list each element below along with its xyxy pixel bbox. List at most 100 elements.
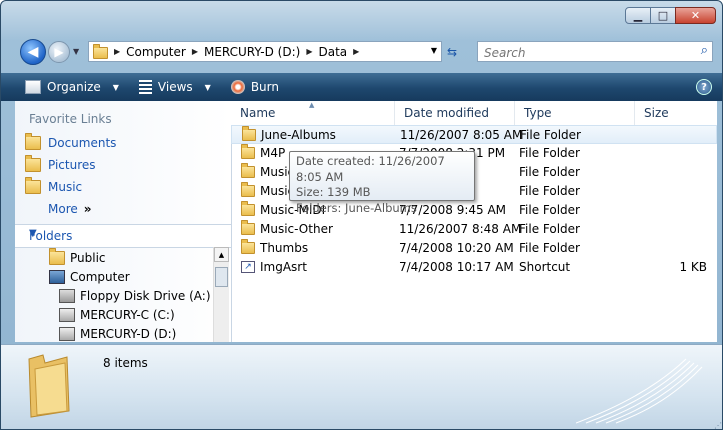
tree-item-computer[interactable]: Computer — [49, 270, 130, 284]
scroll-up-arrow-icon[interactable]: ▲ — [214, 247, 229, 262]
favorite-links-header: Favorite Links — [29, 112, 112, 126]
navigation-row: ◀ ▶ ▼ ▶ Computer ▶ MERCURY-D (D:) ▶ Data… — [1, 37, 722, 67]
item-name: Thumbs — [260, 241, 309, 255]
help-icon[interactable]: ? — [696, 79, 712, 95]
arrow-left-icon: ◀ — [27, 44, 39, 60]
double-chevron-icon: » — [83, 202, 92, 216]
item-date: 7/4/2008 10:17 AM — [399, 260, 514, 274]
content-area: Favorite Links Documents Pictures Music … — [15, 101, 717, 342]
folders-header[interactable]: Folders ▼ — [15, 224, 231, 248]
breadcrumb-data[interactable]: Data — [318, 45, 347, 59]
tree-label: MERCURY-D (D:) — [80, 327, 177, 341]
resize-grip-icon[interactable]: ⋰ — [714, 421, 722, 429]
music-folder-icon — [241, 163, 255, 178]
tooltip-folders: Folders: June-Albums — [296, 200, 417, 215]
folder-icon — [241, 201, 255, 216]
item-type: File Folder — [519, 203, 580, 217]
favorite-label: Pictures — [48, 158, 96, 172]
arrow-right-icon: ▶ — [54, 45, 64, 59]
back-button[interactable]: ◀ — [20, 39, 46, 65]
tree-item-public[interactable]: Public — [49, 248, 106, 265]
favorite-label: Documents — [48, 136, 117, 150]
favorite-pictures[interactable]: Pictures — [25, 155, 96, 172]
tree-label: Computer — [70, 270, 130, 284]
documents-icon — [25, 133, 41, 150]
chevron-right-icon[interactable]: ▶ — [306, 47, 312, 56]
pictures-icon — [25, 155, 41, 172]
folder-icon — [241, 239, 255, 254]
views-label: Views — [157, 80, 193, 94]
column-size[interactable]: Size — [635, 101, 717, 125]
sort-ascending-icon: ▲ — [309, 101, 315, 109]
column-headers: Name ▲ Date modified Type Size — [231, 101, 717, 126]
item-name: M4P — [260, 146, 286, 160]
burn-button[interactable]: Burn — [230, 80, 279, 94]
item-size: 1 KB — [679, 260, 707, 274]
search-input[interactable] — [482, 43, 686, 62]
list-item[interactable]: June-Albums 11/26/2007 8:05 AM File Fold… — [231, 125, 717, 144]
tree-item-floppy[interactable]: Floppy Disk Drive (A:) — [59, 289, 211, 303]
minimize-button[interactable]: ▁ — [625, 7, 651, 24]
file-list: Name ▲ Date modified Type Size June-Albu… — [231, 101, 717, 342]
views-icon — [138, 80, 152, 94]
chevron-right-icon[interactable]: ▶ — [192, 47, 198, 56]
breadcrumb-computer[interactable]: Computer — [126, 45, 186, 59]
address-bar[interactable]: ▶ Computer ▶ MERCURY-D (D:) ▶ Data ▶ ▼ — [88, 41, 442, 62]
tree-label: Public — [70, 251, 106, 265]
forward-button[interactable]: ▶ — [48, 41, 70, 63]
more-link[interactable]: More » — [48, 202, 92, 216]
music-icon — [25, 177, 41, 194]
item-type: File Folder — [519, 165, 580, 179]
column-type[interactable]: Type — [515, 101, 635, 125]
tree-label: MERCURY-C (C:) — [80, 308, 175, 322]
history-dropdown-button[interactable]: ▼ — [73, 47, 79, 56]
item-name: Music-Other — [260, 222, 333, 236]
dropdown-arrow-icon: ▼ — [112, 82, 119, 92]
tree-item-mercury-c[interactable]: MERCURY-C (C:) — [59, 308, 175, 322]
computer-icon — [49, 270, 65, 284]
tree-scrollbar[interactable]: ▲ — [213, 247, 229, 342]
folder-tree: Public Computer Floppy Disk Drive (A:) M… — [15, 247, 215, 342]
chevron-right-icon[interactable]: ▶ — [114, 47, 120, 56]
list-item[interactable]: Thumbs 7/4/2008 10:20 AM File Folder — [231, 239, 717, 258]
tree-label: Floppy Disk Drive (A:) — [80, 289, 211, 303]
folder-info-tooltip: Date created: 11/26/2007 8:05 AM Size: 1… — [289, 151, 475, 215]
list-item[interactable]: Music-Other 11/26/2007 8:48 AM File Fold… — [231, 220, 717, 239]
folder-icon — [241, 182, 255, 197]
column-date-modified[interactable]: Date modified — [395, 101, 515, 125]
drive-icon — [59, 327, 75, 341]
item-date: 11/26/2007 8:48 AM — [399, 222, 522, 236]
item-type: File Folder — [519, 241, 580, 255]
burn-disc-icon — [230, 80, 245, 94]
address-dropdown-button[interactable]: ▼ — [431, 46, 437, 55]
folder-icon — [241, 144, 255, 159]
shortcut-icon: ↗ — [241, 261, 255, 273]
organize-label: Organize — [47, 80, 101, 94]
close-button[interactable]: ✕ — [675, 7, 716, 24]
item-name: ImgAsrt — [260, 260, 307, 274]
tooltip-size: Size: 139 MB — [296, 185, 371, 199]
navigation-pane: Favorite Links Documents Pictures Music … — [15, 101, 232, 342]
maximize-button[interactable]: □ — [650, 7, 676, 24]
organize-icon — [25, 80, 41, 94]
item-type: File Folder — [519, 184, 580, 198]
refresh-icon[interactable]: ⇆ — [447, 45, 457, 59]
list-item[interactable]: ↗ ImgAsrt 7/4/2008 10:17 AM Shortcut 1 KB — [231, 258, 717, 277]
search-icon[interactable]: ⌕ — [701, 43, 708, 58]
scroll-thumb[interactable] — [215, 267, 228, 287]
organize-button[interactable]: Organize ▼ — [25, 80, 119, 94]
caption-buttons: ▁ □ ✕ — [625, 7, 716, 24]
more-label: More — [48, 202, 78, 216]
chevron-right-icon[interactable]: ▶ — [353, 47, 359, 56]
views-button[interactable]: Views ▼ — [138, 80, 211, 94]
chevron-down-icon[interactable]: ▼ — [29, 228, 223, 239]
tree-item-mercury-d[interactable]: MERCURY-D (D:) — [59, 327, 176, 341]
favorite-music[interactable]: Music — [25, 177, 82, 194]
item-type: File Folder — [519, 146, 580, 160]
large-folder-icon — [28, 354, 70, 418]
decorative-swoosh — [576, 358, 703, 424]
breadcrumb-drive[interactable]: MERCURY-D (D:) — [204, 45, 300, 59]
floppy-icon — [59, 289, 75, 303]
folder-icon — [241, 220, 255, 235]
favorite-documents[interactable]: Documents — [25, 133, 117, 150]
